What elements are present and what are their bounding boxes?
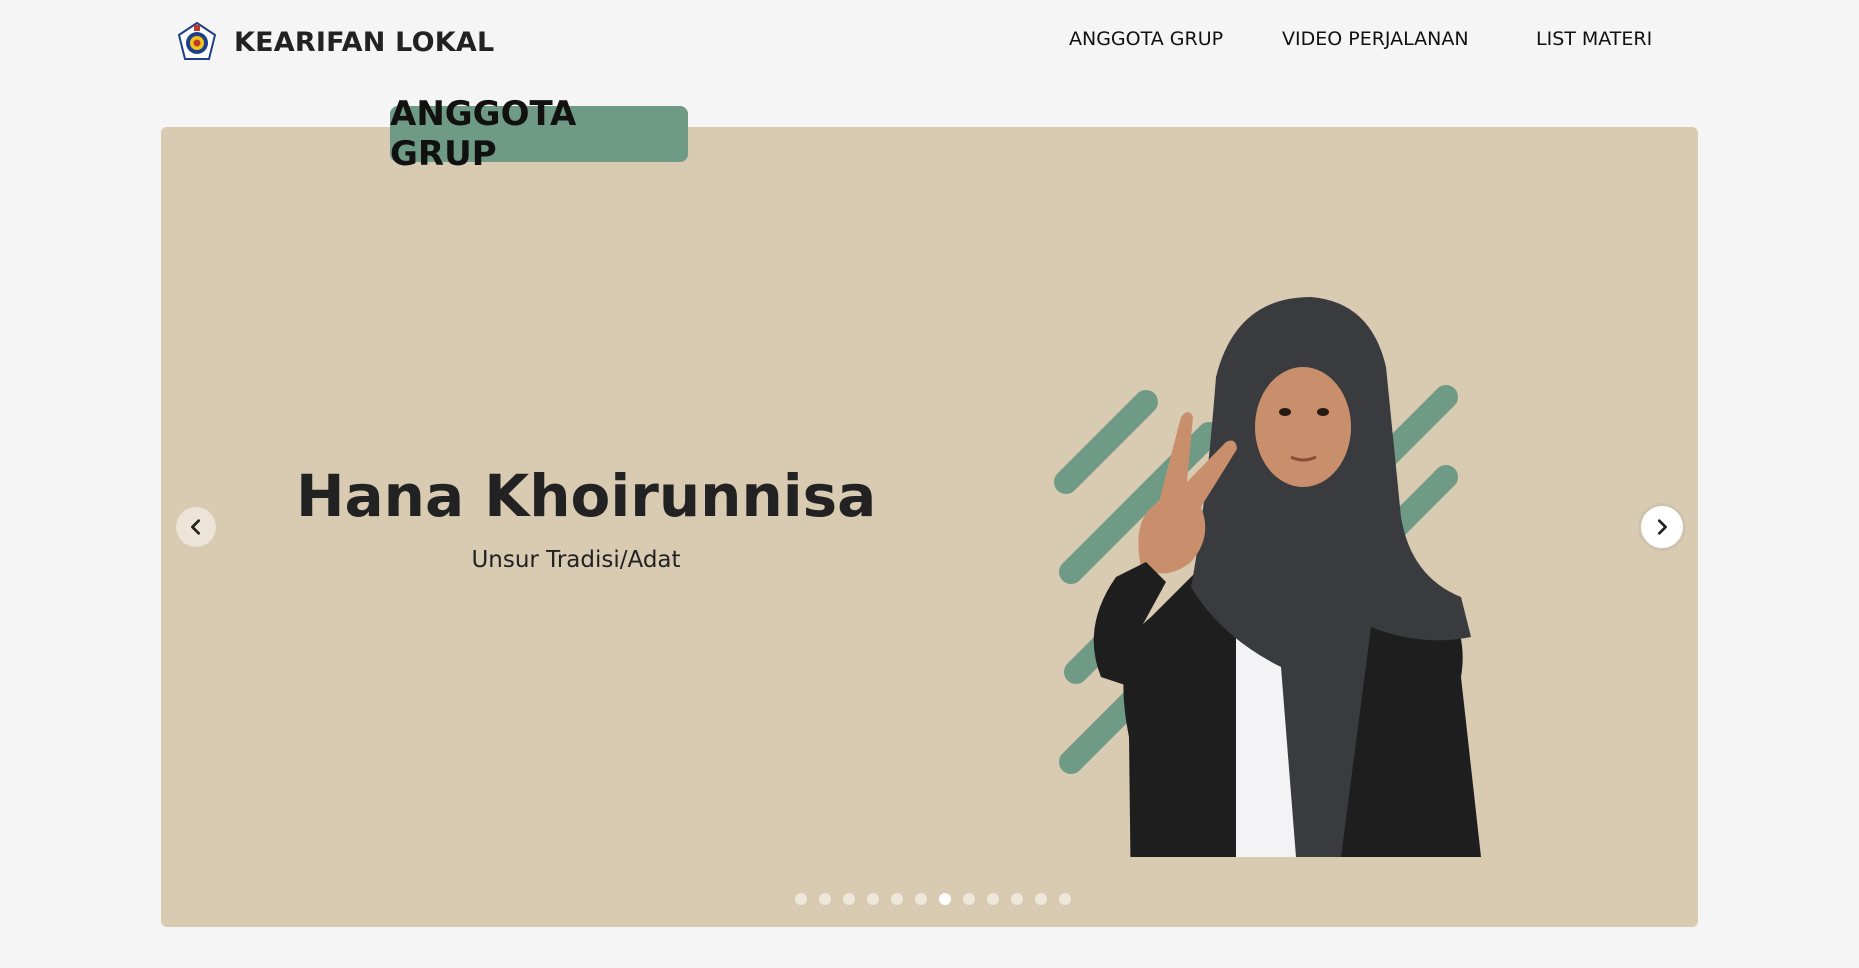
carousel-indicator-dot[interactable] xyxy=(795,893,807,905)
carousel-next-button[interactable] xyxy=(1638,503,1686,551)
carousel-indicator-dot[interactable] xyxy=(867,893,879,905)
member-name: Hana Khoirunnisa xyxy=(296,462,877,530)
carousel-indicator-dot[interactable] xyxy=(819,893,831,905)
nav-link-anggota-grup[interactable]: ANGGOTA GRUP xyxy=(1069,28,1223,50)
brand-link[interactable]: KEARIFAN LOKAL xyxy=(176,20,494,64)
member-photo xyxy=(1054,297,1481,857)
section-title-badge: ANGGOTA GRUP xyxy=(390,94,688,174)
nav-link-video-perjalanan[interactable]: VIDEO PERJALANAN xyxy=(1282,28,1469,50)
carousel-indicator-dot[interactable] xyxy=(891,893,903,905)
carousel-indicator-dot[interactable] xyxy=(939,893,951,905)
carousel-indicator-dot[interactable] xyxy=(843,893,855,905)
carousel-prev-button[interactable] xyxy=(176,507,216,547)
member-role: Unsur Tradisi/Adat xyxy=(471,547,681,573)
brand-title: KEARIFAN LOKAL xyxy=(234,26,495,58)
carousel-indicator-dot[interactable] xyxy=(987,893,999,905)
carousel-indicator-dot[interactable] xyxy=(1035,893,1047,905)
carousel-indicator-dot[interactable] xyxy=(915,893,927,905)
carousel-indicator-dot[interactable] xyxy=(963,893,975,905)
carousel-indicators xyxy=(161,893,1698,907)
university-logo-icon xyxy=(177,21,217,60)
member-carousel: Hana Khoirunnisa Unsur Tradisi/Adat xyxy=(161,127,1698,927)
navbar: KEARIFAN LOKAL ANGGOTA GRUP VIDEO PERJAL… xyxy=(0,0,1859,86)
carousel-indicator-dot[interactable] xyxy=(1059,893,1071,905)
chevron-left-icon xyxy=(191,519,201,535)
nav-link-list-materi[interactable]: LIST MATERI xyxy=(1536,28,1652,50)
chevron-right-icon xyxy=(1657,519,1667,535)
carousel-indicator-dot[interactable] xyxy=(1011,893,1023,905)
